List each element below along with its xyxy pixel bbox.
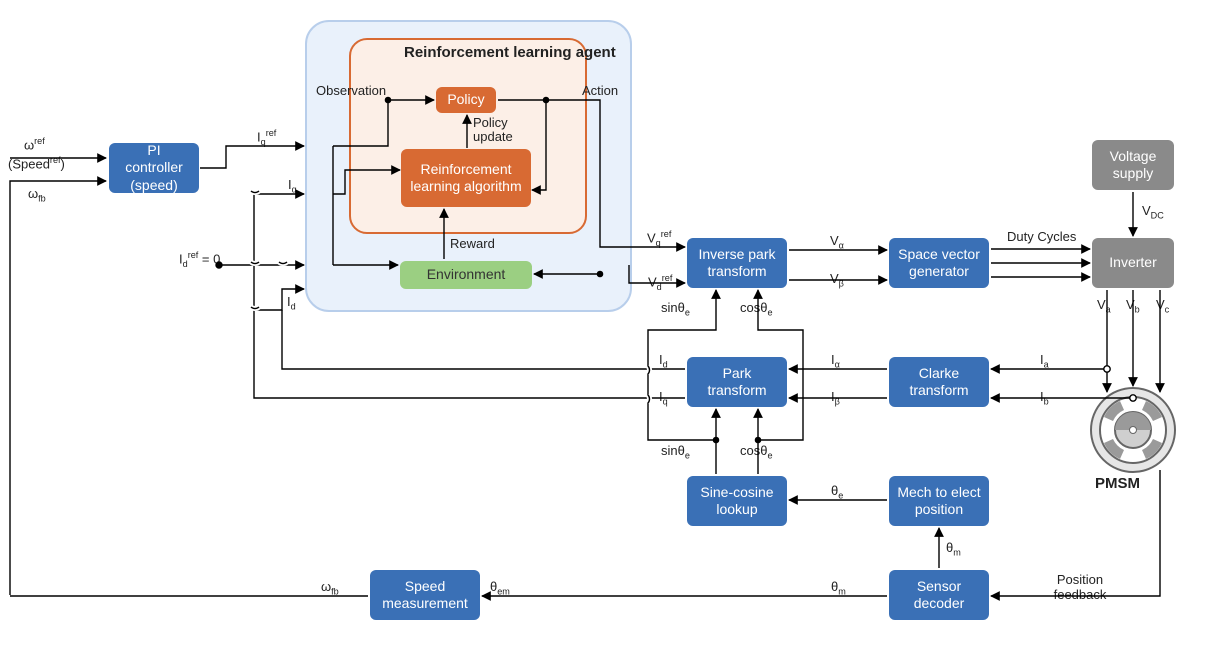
diagram-canvas: Reinforcement learning agent PI controll… [0, 0, 1207, 658]
connectors [0, 0, 1207, 658]
